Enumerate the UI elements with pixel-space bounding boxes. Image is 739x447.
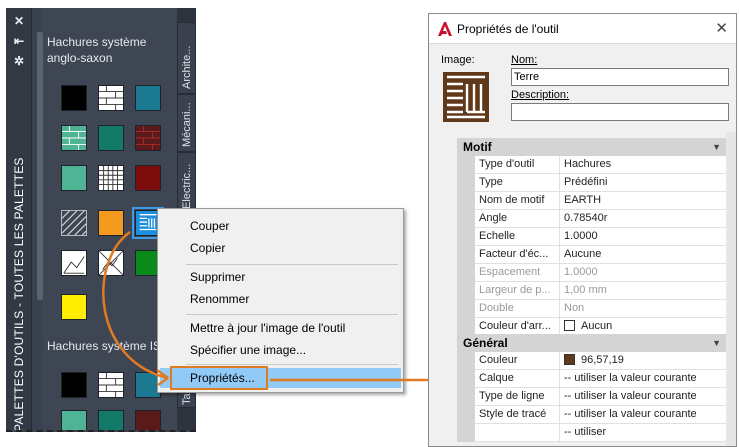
property-row[interactable]: Style de tracé -- utiliser la valeur cour… [457,406,727,424]
property-row[interactable]: Nom de motif EARTH [457,192,727,210]
hatch-solid-black[interactable] [61,85,87,111]
hatch-solid-green[interactable] [61,165,87,191]
hatch-green-iso[interactable] [61,410,87,430]
menu-item-specify-image[interactable]: Spécifier une image... [160,340,401,360]
hatch-brick-green[interactable] [61,125,87,151]
hatch-brick-red[interactable] [135,125,161,151]
close-icon[interactable]: ✕ [12,14,26,28]
name-label: Nom: [511,54,538,66]
hatch-grid-white[interactable] [98,165,124,191]
property-row[interactable]: Calque -- utiliser la valeur courante [457,370,727,388]
tab-electricite[interactable]: Electric... [177,152,196,214]
palette-vertical-title: PALETTES D'OUTILS - TOUTES LES PALETTES [12,157,26,432]
close-icon[interactable]: ✕ [715,19,728,37]
hatch-brick-white[interactable] [98,85,124,111]
dialog-title: Propriétés de l'outil [457,22,559,36]
section-title-iso: Hachures système ISO [47,339,171,353]
section-title-line2: anglo-saxon [47,51,113,65]
property-row[interactable]: Echelle 1.0000 [457,228,727,246]
section-title-line1: Hachures système [47,35,147,49]
tab-architecture[interactable]: Archite... [177,22,196,94]
hatch-solid-orange[interactable] [98,210,124,236]
hatch-solid-red[interactable] [135,165,161,191]
menu-item-supprimer[interactable]: Supprimer [160,267,401,287]
hatch-darkgreen-iso[interactable] [98,410,124,430]
name-field[interactable]: Terre [511,68,729,86]
hatch-brick-white-iso[interactable] [98,372,124,398]
tab-mecanique[interactable]: Mécani... [177,94,196,152]
menu-separator [186,314,398,315]
description-field[interactable] [511,103,729,121]
menu-separator [186,264,398,265]
hatch-solid-black-iso[interactable] [61,372,87,398]
hatch-lines-white[interactable] [61,250,87,276]
description-label: Description: [511,89,570,101]
property-row[interactable]: -- utiliser [457,424,727,442]
property-row[interactable]: Couleur 96,57,19 [457,352,727,370]
property-row[interactable]: Angle 0.78540r [457,210,727,228]
property-row[interactable]: Type de ligne -- utiliser la valeur coura… [457,388,727,406]
group-motif[interactable]: Motif ▼ [457,138,727,156]
color-swatch [564,354,575,365]
dialog-title-bar[interactable]: Propriétés de l'outil ✕ [429,14,736,44]
menu-item-update-image[interactable]: Mettre à jour l'image de l'outil [160,318,401,338]
chevron-down-icon: ▼ [712,338,721,348]
chevron-down-icon: ▼ [712,142,721,152]
property-row[interactable]: Type Prédéfini [457,174,727,192]
earth-hatch-preview-icon [443,72,489,122]
hatch-diagonal-white[interactable] [61,210,87,236]
hatch-solid-yellow[interactable] [61,294,87,320]
properties-icon[interactable]: ✲ [12,54,26,68]
property-row[interactable]: Facteur d'éc... Aucune [457,246,727,264]
menu-separator [186,364,398,365]
autohide-icon[interactable]: ⇤ [12,34,26,48]
callout-highlight-box [170,366,268,390]
property-row: Double Non [457,300,727,318]
property-row: Largeur de p... 1,00 mm [457,282,727,300]
autocad-logo-icon [438,22,452,36]
dialog-scrollbar[interactable] [726,132,736,446]
tool-properties-dialog: Propriétés de l'outil ✕ Image: Nom: Terr… [428,13,737,447]
property-row[interactable]: Type d'outil Hachures [457,156,727,174]
image-label: Image: [441,54,475,66]
menu-item-copier[interactable]: Copier [160,238,401,258]
hatch-red-iso[interactable] [135,410,161,430]
hatch-cross-white[interactable] [98,250,124,276]
property-row: Espacement 1.0000 [457,264,727,282]
menu-item-couper[interactable]: Couper [160,216,401,236]
hatch-solid-darkgreen[interactable] [98,125,124,151]
menu-item-renommer[interactable]: Renommer [160,289,401,309]
hatch-solid-teal[interactable] [135,85,161,111]
none-color-swatch [564,320,575,331]
palette-title-bar[interactable]: ✕ ⇤ ✲ PALETTES D'OUTILS - TOUTES LES PAL… [6,8,32,432]
group-general[interactable]: Général ▼ [457,334,727,352]
